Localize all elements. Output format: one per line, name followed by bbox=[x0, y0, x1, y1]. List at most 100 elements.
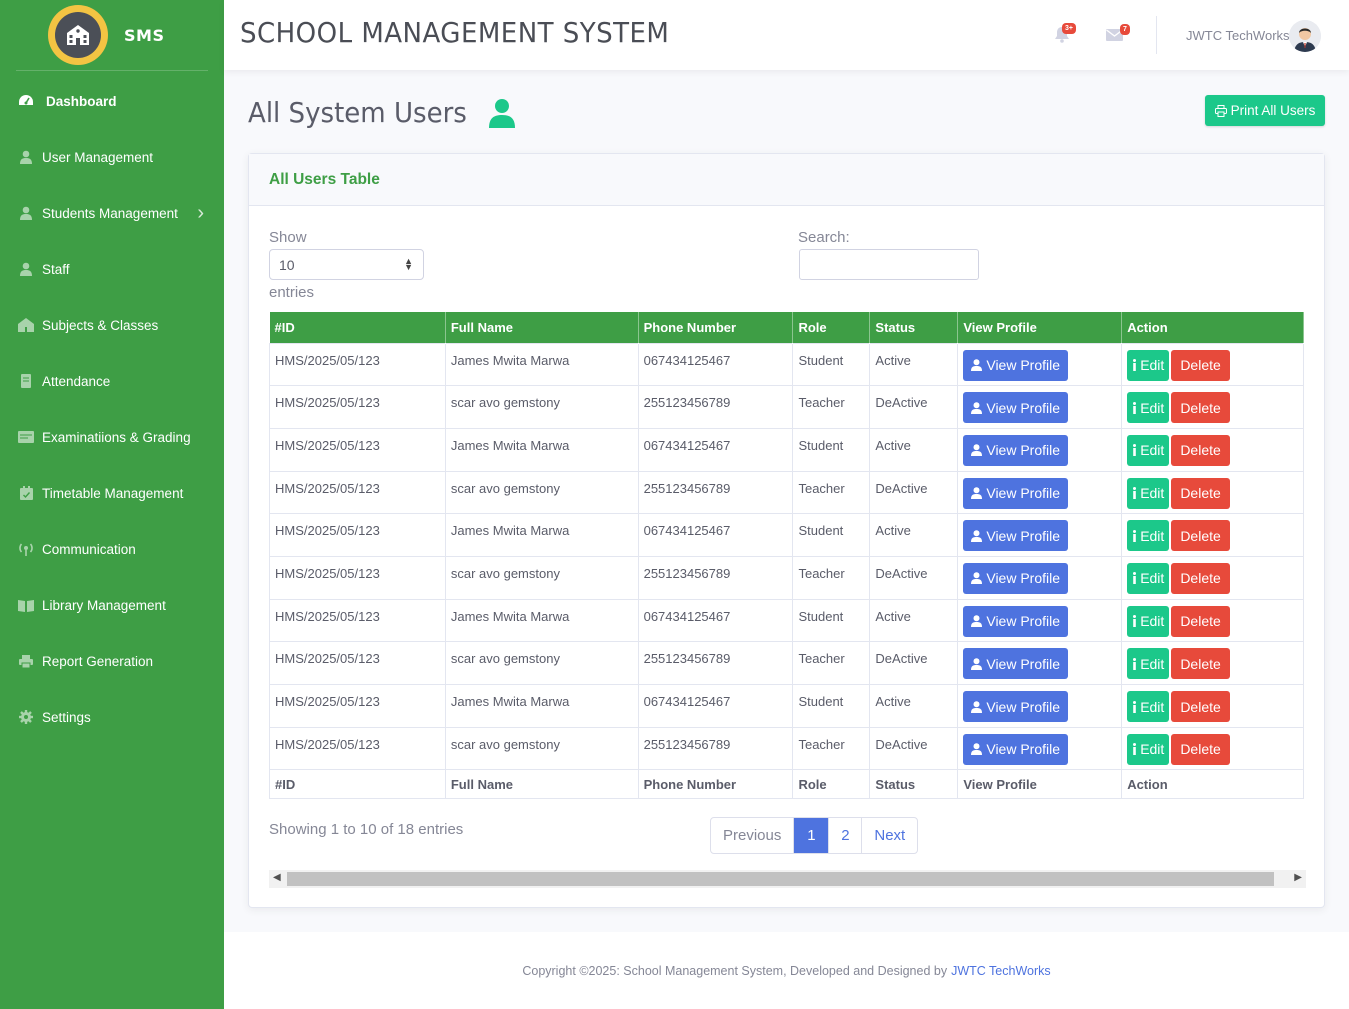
column-header: View Profile bbox=[957, 769, 1123, 800]
column-header[interactable]: #ID bbox=[269, 312, 446, 343]
user-icon bbox=[971, 401, 986, 414]
sidebar-brand[interactable]: SMS bbox=[0, 0, 224, 70]
view-profile-button[interactable]: View Profile bbox=[963, 648, 1069, 680]
footer-link[interactable]: JWTC TechWorks bbox=[951, 964, 1051, 978]
column-header[interactable]: Full Name bbox=[445, 312, 639, 343]
view-profile-button[interactable]: View Profile bbox=[963, 434, 1069, 466]
edit-button[interactable]: Edit bbox=[1127, 392, 1170, 424]
sidebar-item-examinatiions-grading[interactable]: Examinatiions & Grading bbox=[0, 409, 224, 465]
sidebar-item-timetable-management[interactable]: Timetable Management bbox=[0, 465, 224, 521]
user-id-cell: HMS/2025/05/123 bbox=[269, 641, 446, 685]
table-row: HMS/2025/05/123 scar avo gemstony 25512345… bbox=[269, 385, 1304, 429]
sidebar-item-subjects-classes[interactable]: Subjects & Classes bbox=[0, 297, 224, 353]
user-icon bbox=[971, 572, 986, 585]
edit-label: Edit bbox=[1140, 655, 1165, 672]
view-profile-label: View Profile bbox=[986, 741, 1061, 758]
edit-button[interactable]: Edit bbox=[1127, 349, 1170, 381]
user-avatar[interactable] bbox=[1289, 20, 1321, 52]
sidebar-item-label: Subjects & Classes bbox=[42, 317, 159, 333]
role-cell: Teacher bbox=[792, 470, 871, 515]
view-profile-button[interactable]: View Profile bbox=[963, 349, 1069, 381]
view-profile-button[interactable]: View Profile bbox=[963, 392, 1069, 424]
search-input[interactable] bbox=[799, 249, 979, 280]
user-name[interactable]: JWTC TechWorks bbox=[1186, 28, 1290, 43]
sidebar-item-settings[interactable]: Settings bbox=[0, 689, 224, 745]
edit-button[interactable]: Edit bbox=[1127, 691, 1170, 722]
info-icon bbox=[1132, 572, 1140, 585]
view-profile-button[interactable]: View Profile bbox=[963, 562, 1069, 594]
column-header[interactable]: Phone Number bbox=[638, 312, 794, 343]
table-row: HMS/2025/05/123 James Mwita Marwa 06743412… bbox=[269, 598, 1304, 643]
info-icon bbox=[1132, 615, 1140, 628]
calendar-icon bbox=[16, 486, 36, 500]
sidebar-item-attendance[interactable]: Attendance bbox=[0, 353, 224, 409]
action-cell: Edit Delete bbox=[1121, 641, 1304, 685]
user-icon bbox=[16, 262, 36, 276]
view-profile-label: View Profile bbox=[986, 613, 1061, 630]
edit-button[interactable]: Edit bbox=[1127, 648, 1170, 680]
pagination-page-1[interactable]: 1 bbox=[794, 818, 830, 853]
delete-button[interactable]: Delete bbox=[1171, 648, 1230, 680]
view-profile-button[interactable]: View Profile bbox=[963, 691, 1069, 722]
sidebar-item-staff[interactable]: Staff bbox=[0, 241, 224, 297]
edit-button[interactable]: Edit bbox=[1127, 605, 1170, 637]
sidebar-item-user-management[interactable]: User Management bbox=[0, 129, 224, 185]
column-header[interactable]: Status bbox=[869, 312, 959, 343]
pagination-page-2[interactable]: 2 bbox=[829, 818, 863, 853]
user-icon bbox=[971, 359, 986, 371]
delete-button[interactable]: Delete bbox=[1171, 349, 1230, 381]
delete-button[interactable]: Delete bbox=[1171, 562, 1230, 594]
delete-button[interactable]: Delete bbox=[1171, 605, 1230, 637]
edit-label: Edit bbox=[1140, 527, 1165, 544]
pagination-previous[interactable]: Previous bbox=[711, 818, 795, 853]
edit-button[interactable]: Edit bbox=[1127, 434, 1170, 466]
delete-button[interactable]: Delete bbox=[1171, 520, 1230, 552]
print-all-users-button[interactable]: Print All Users bbox=[1205, 95, 1325, 126]
view-profile-cell: View Profile bbox=[957, 726, 1123, 771]
edit-button[interactable]: Edit bbox=[1127, 477, 1170, 509]
delete-button[interactable]: Delete bbox=[1171, 477, 1230, 509]
edit-button[interactable]: Edit bbox=[1127, 733, 1170, 765]
scroll-right-arrow-icon[interactable]: ▶ bbox=[1294, 872, 1302, 883]
page-heading: All System Users bbox=[248, 96, 516, 129]
delete-button[interactable]: Delete bbox=[1171, 691, 1230, 722]
messages-button[interactable]: 7 bbox=[1106, 24, 1130, 44]
full-name-cell: scar avo gemstony bbox=[444, 641, 639, 685]
action-cell: Edit Delete bbox=[1121, 513, 1304, 557]
sidebar-item-library-management[interactable]: Library Management bbox=[0, 577, 224, 633]
view-profile-label: View Profile bbox=[986, 527, 1061, 544]
delete-button[interactable]: Delete bbox=[1171, 392, 1230, 424]
entries-select[interactable]: 10 ▲ ▼ bbox=[269, 249, 424, 280]
edit-button[interactable]: Edit bbox=[1127, 520, 1170, 552]
role-cell: Student bbox=[792, 684, 871, 728]
view-profile-button[interactable]: View Profile bbox=[963, 733, 1069, 765]
sidebar: SMS Dashboard User Management Students Man… bbox=[0, 0, 224, 1009]
column-header[interactable]: Action bbox=[1121, 312, 1304, 343]
column-header[interactable]: View Profile bbox=[957, 312, 1123, 343]
pagination-next[interactable]: Next bbox=[862, 818, 917, 853]
select-arrows-icon: ▲ ▼ bbox=[404, 256, 413, 272]
delete-button[interactable]: Delete bbox=[1171, 434, 1230, 466]
column-header[interactable]: Role bbox=[792, 312, 871, 343]
action-cell: Edit Delete bbox=[1121, 598, 1304, 643]
sidebar-item-dashboard[interactable]: Dashboard bbox=[0, 73, 224, 129]
horizontal-scrollbar[interactable]: ◀ ▶ bbox=[269, 870, 1306, 888]
sidebar-item-students-management[interactable]: Students Management › bbox=[0, 185, 224, 241]
sidebar-item-report-generation[interactable]: Report Generation bbox=[0, 633, 224, 689]
view-profile-label: View Profile bbox=[986, 485, 1061, 502]
view-profile-button[interactable]: View Profile bbox=[963, 605, 1069, 637]
scrollbar-thumb[interactable] bbox=[287, 872, 1274, 886]
info-icon bbox=[1132, 401, 1140, 414]
delete-button[interactable]: Delete bbox=[1171, 733, 1230, 765]
scroll-left-arrow-icon[interactable]: ◀ bbox=[273, 872, 281, 883]
edit-button[interactable]: Edit bbox=[1127, 562, 1170, 594]
view-profile-button[interactable]: View Profile bbox=[963, 477, 1069, 509]
edit-label: Edit bbox=[1140, 613, 1165, 630]
school-building-icon bbox=[67, 25, 89, 45]
avatar-icon bbox=[1289, 20, 1321, 52]
user-icon bbox=[971, 615, 986, 628]
column-header: Action bbox=[1121, 769, 1304, 800]
alerts-button[interactable]: 3+ bbox=[1054, 23, 1076, 44]
view-profile-button[interactable]: View Profile bbox=[963, 520, 1069, 552]
sidebar-item-communication[interactable]: Communication bbox=[0, 521, 224, 577]
